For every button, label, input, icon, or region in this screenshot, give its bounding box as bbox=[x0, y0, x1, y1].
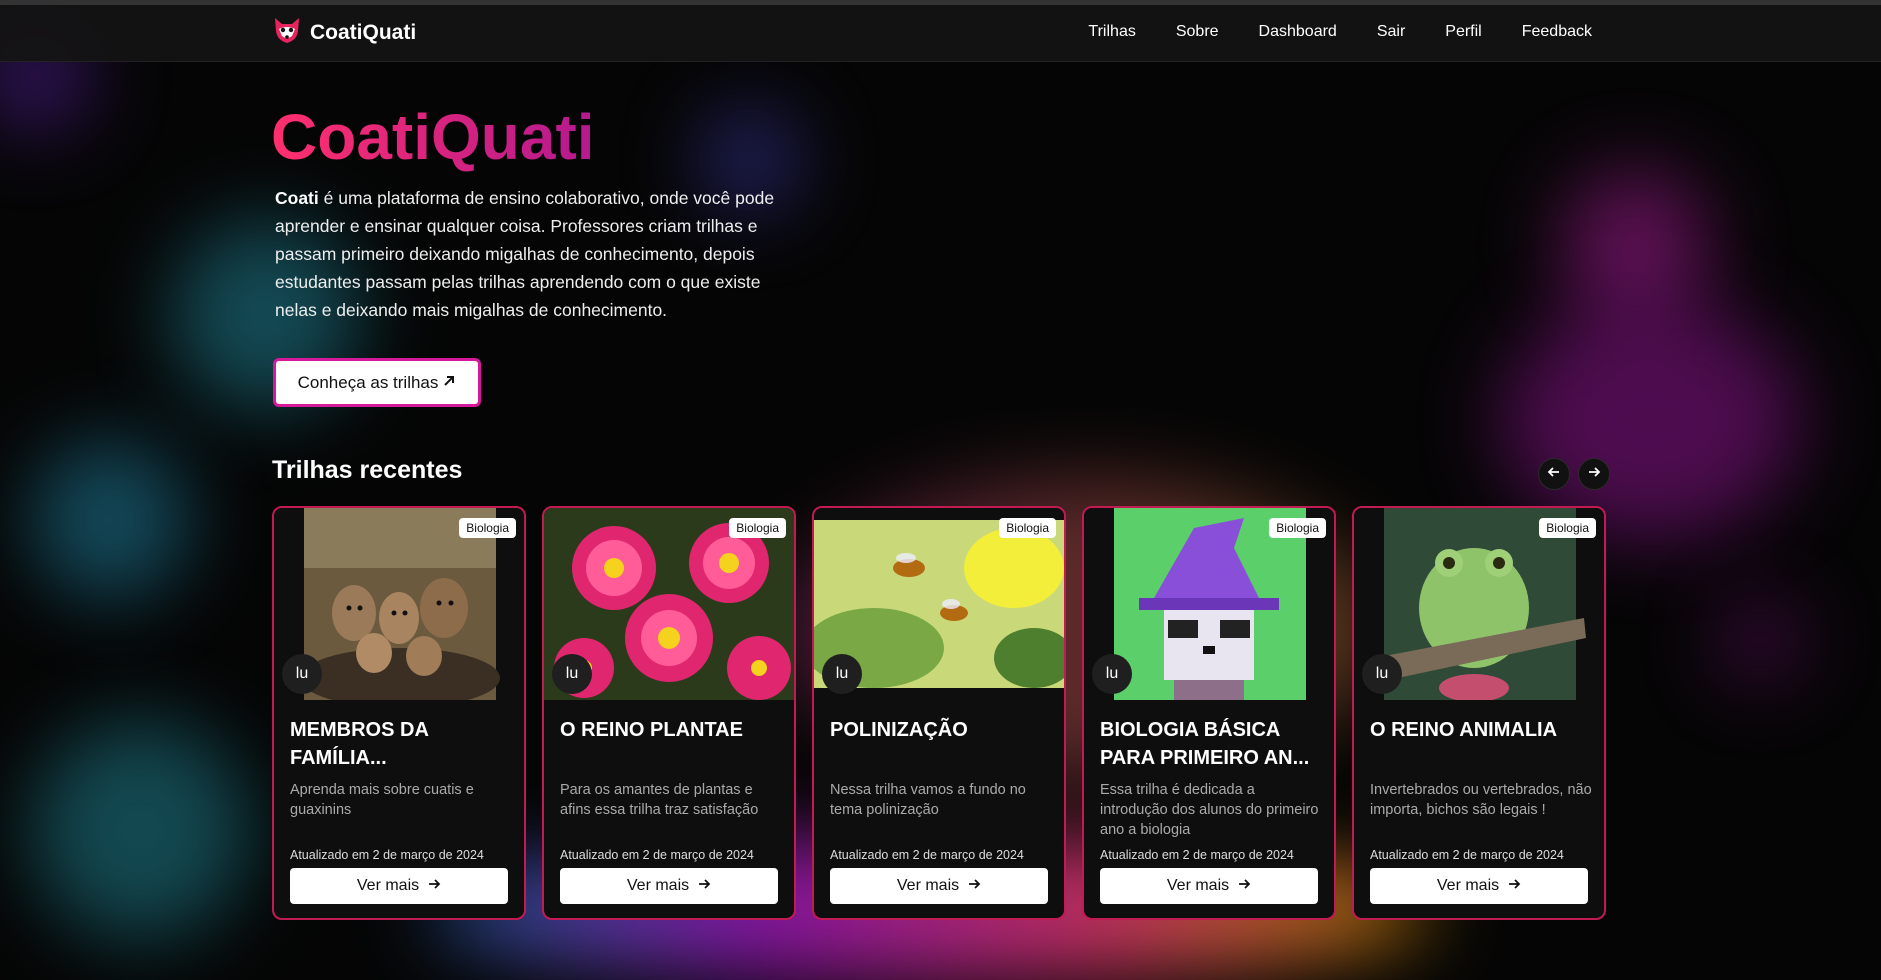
author-avatar: lu bbox=[1092, 654, 1132, 694]
brand-link[interactable]: CoatiQuati bbox=[272, 15, 416, 50]
trail-card[interactable]: Biologia lu Membros da família... Aprend… bbox=[272, 506, 526, 920]
trail-card[interactable]: Biologia lu O Reino Animalia Invertebrad… bbox=[1352, 506, 1606, 920]
coati-logo-icon bbox=[272, 15, 302, 50]
nav-item-sobre[interactable]: Sobre bbox=[1176, 23, 1219, 41]
view-more-label: Ver mais bbox=[1166, 877, 1230, 894]
explore-trails-label: Conheça as trilhas bbox=[297, 372, 439, 392]
nav-item-sair[interactable]: Sair bbox=[1377, 23, 1405, 41]
trail-description: Nessa trilha vamos a fundo no tema polin… bbox=[830, 782, 1026, 818]
carousel-prev-button[interactable] bbox=[1538, 458, 1570, 490]
trail-updated-date: Atualizado em 2 de março de 2024 bbox=[1370, 848, 1564, 862]
brand-name: CoatiQuati bbox=[310, 20, 417, 44]
nav-item-dashboard[interactable]: Dashboard bbox=[1259, 23, 1337, 41]
author-avatar: lu bbox=[282, 654, 322, 694]
view-more-button[interactable]: Ver mais bbox=[1370, 868, 1588, 904]
nav-item-trilhas[interactable]: Trilhas bbox=[1088, 23, 1135, 41]
arrow-right-icon bbox=[1587, 465, 1601, 484]
trail-updated-date: Atualizado em 2 de março de 2024 bbox=[560, 848, 754, 862]
view-more-button[interactable]: Ver mais bbox=[560, 868, 778, 904]
category-badge: Biologia bbox=[459, 518, 516, 538]
view-more-label: Ver mais bbox=[896, 877, 960, 894]
recent-trails-carousel: Biologia lu Membros da família... Aprend… bbox=[272, 506, 1606, 920]
trail-title: Polinização bbox=[830, 719, 968, 741]
view-more-button[interactable]: Ver mais bbox=[1100, 868, 1318, 904]
view-more-label: Ver mais bbox=[626, 877, 690, 894]
author-avatar: lu bbox=[1362, 654, 1402, 694]
author-avatar: lu bbox=[822, 654, 862, 694]
arrow-right-icon bbox=[1237, 877, 1251, 896]
hero-description-text: é uma plataforma de ensino colaborativo,… bbox=[275, 188, 775, 320]
view-more-label: Ver mais bbox=[1436, 877, 1500, 894]
arrow-right-icon bbox=[697, 877, 711, 896]
trail-updated-date: Atualizado em 2 de março de 2024 bbox=[1100, 848, 1294, 862]
arrow-up-right-icon bbox=[442, 373, 456, 393]
hero-description: Coati é uma plataforma de ensino colabor… bbox=[275, 184, 785, 324]
background-blob bbox=[30, 720, 250, 940]
background-blob bbox=[1720, 600, 1800, 680]
nav-item-feedback[interactable]: Feedback bbox=[1522, 23, 1592, 41]
trail-description: Essa trilha é dedicada a introdução dos … bbox=[1100, 782, 1319, 838]
trail-title: O Reino Animalia bbox=[1370, 719, 1558, 741]
category-badge: Biologia bbox=[1539, 518, 1596, 538]
trail-updated-date: Atualizado em 2 de março de 2024 bbox=[290, 848, 484, 862]
hero-title: CoatiQuati bbox=[271, 101, 595, 173]
trail-description: Aprenda mais sobre cuatis e guaxinins bbox=[290, 782, 474, 818]
view-more-button[interactable]: Ver mais bbox=[290, 868, 508, 904]
category-badge: Biologia bbox=[729, 518, 786, 538]
trail-updated-date: Atualizado em 2 de março de 2024 bbox=[830, 848, 1024, 862]
view-more-button[interactable]: Ver mais bbox=[830, 868, 1048, 904]
trail-description: Para os amantes de plantas e afins essa … bbox=[560, 782, 759, 818]
arrow-right-icon bbox=[427, 877, 441, 896]
category-badge: Biologia bbox=[999, 518, 1056, 538]
trail-title: O Reino Plantae bbox=[560, 719, 743, 741]
trail-card[interactable]: Biologia lu Biologia básica para primeir… bbox=[1082, 506, 1336, 920]
nav-item-perfil[interactable]: Perfil bbox=[1445, 23, 1481, 41]
trail-title: Membros da família... bbox=[290, 719, 429, 769]
main-nav: Trilhas Sobre Dashboard Sair Perfil Feed… bbox=[1088, 23, 1592, 41]
navbar: CoatiQuati Trilhas Sobre Dashboard Sair … bbox=[0, 5, 1881, 62]
arrow-right-icon bbox=[967, 877, 981, 896]
background-blob bbox=[30, 440, 190, 600]
trail-title: Biologia básica para primeiro an... bbox=[1100, 719, 1310, 769]
trail-card[interactable]: Biologia lu Polinização Nessa trilha vam… bbox=[812, 506, 1066, 920]
trail-description: Invertebrados ou vertebrados, não import… bbox=[1370, 782, 1592, 818]
category-badge: Biologia bbox=[1269, 518, 1326, 538]
trail-card[interactable]: Biologia lu O Reino Plantae Para os aman… bbox=[542, 506, 796, 920]
author-avatar: lu bbox=[552, 654, 592, 694]
view-more-label: Ver mais bbox=[356, 877, 420, 894]
arrow-right-icon bbox=[1507, 877, 1521, 896]
background-blob bbox=[1560, 170, 1710, 320]
arrow-left-icon bbox=[1547, 465, 1561, 484]
background-blob bbox=[1500, 300, 1800, 540]
recent-trails-title: Trilhas recentes bbox=[272, 456, 463, 484]
carousel-next-button[interactable] bbox=[1578, 458, 1610, 490]
hero-description-strong: Coati bbox=[275, 188, 319, 208]
explore-trails-button[interactable]: Conheça as trilhas bbox=[273, 358, 481, 407]
